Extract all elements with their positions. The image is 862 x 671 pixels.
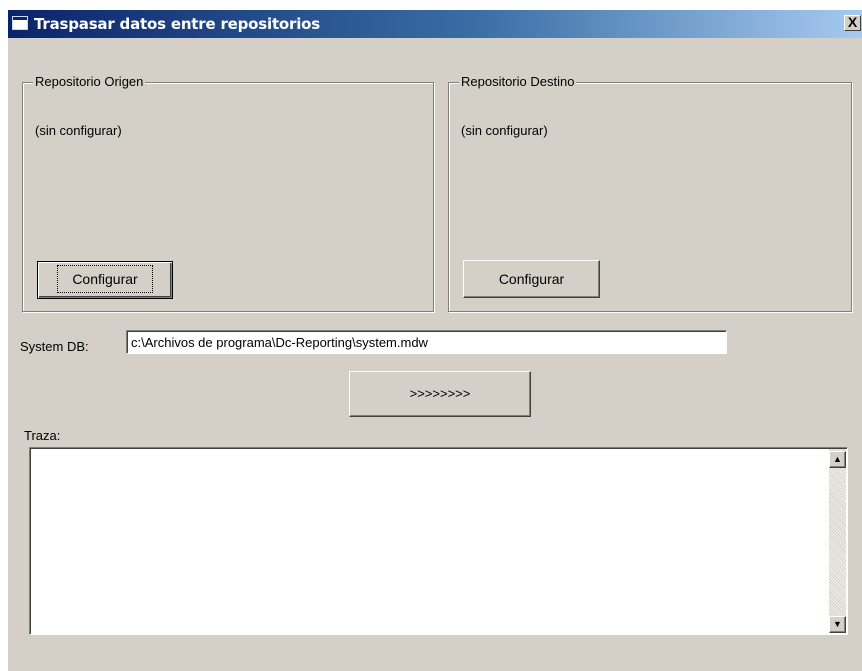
close-icon: X bbox=[847, 14, 858, 30]
title-bar[interactable]: Traspasar datos entre repositorios X bbox=[8, 10, 862, 38]
origin-status: (sin configurar) bbox=[35, 123, 122, 138]
destination-group-label: Repositorio Destino bbox=[459, 74, 577, 90]
scroll-down-button[interactable]: ▼ bbox=[829, 616, 846, 633]
dialog-window: Traspasar datos entre repositorios X Rep… bbox=[8, 10, 862, 671]
window-app-icon bbox=[12, 16, 28, 30]
scroll-up-button[interactable]: ▲ bbox=[829, 451, 846, 468]
destination-status: (sin configurar) bbox=[461, 123, 548, 138]
destination-configure-label: Configurar bbox=[498, 271, 565, 287]
trace-vertical-scrollbar[interactable]: ▲ ▼ bbox=[829, 449, 846, 633]
transfer-button[interactable]: >>>>>>>> bbox=[349, 371, 531, 417]
destination-repository-group: Repositorio Destino (sin configurar) Con… bbox=[448, 74, 852, 312]
origin-configure-label: Configurar bbox=[57, 265, 153, 293]
trace-label: Traza: bbox=[24, 428, 61, 443]
trace-log-area[interactable]: ▲ ▼ bbox=[29, 447, 848, 635]
origin-repository-group: Repositorio Origen (sin configurar) Conf… bbox=[22, 74, 434, 312]
close-button[interactable]: X bbox=[844, 15, 861, 31]
system-db-label: System DB: bbox=[20, 339, 89, 354]
transfer-label: >>>>>>>> bbox=[409, 386, 471, 401]
window-title: Traspasar datos entre repositorios bbox=[34, 15, 320, 33]
destination-configure-button[interactable]: Configurar bbox=[463, 260, 600, 298]
scroll-down-arrow-icon: ▼ bbox=[833, 619, 842, 629]
origin-group-label: Repositorio Origen bbox=[33, 74, 146, 90]
origin-configure-button[interactable]: Configurar bbox=[37, 261, 173, 299]
scroll-up-arrow-icon: ▲ bbox=[833, 454, 842, 464]
system-db-field[interactable] bbox=[126, 330, 727, 354]
